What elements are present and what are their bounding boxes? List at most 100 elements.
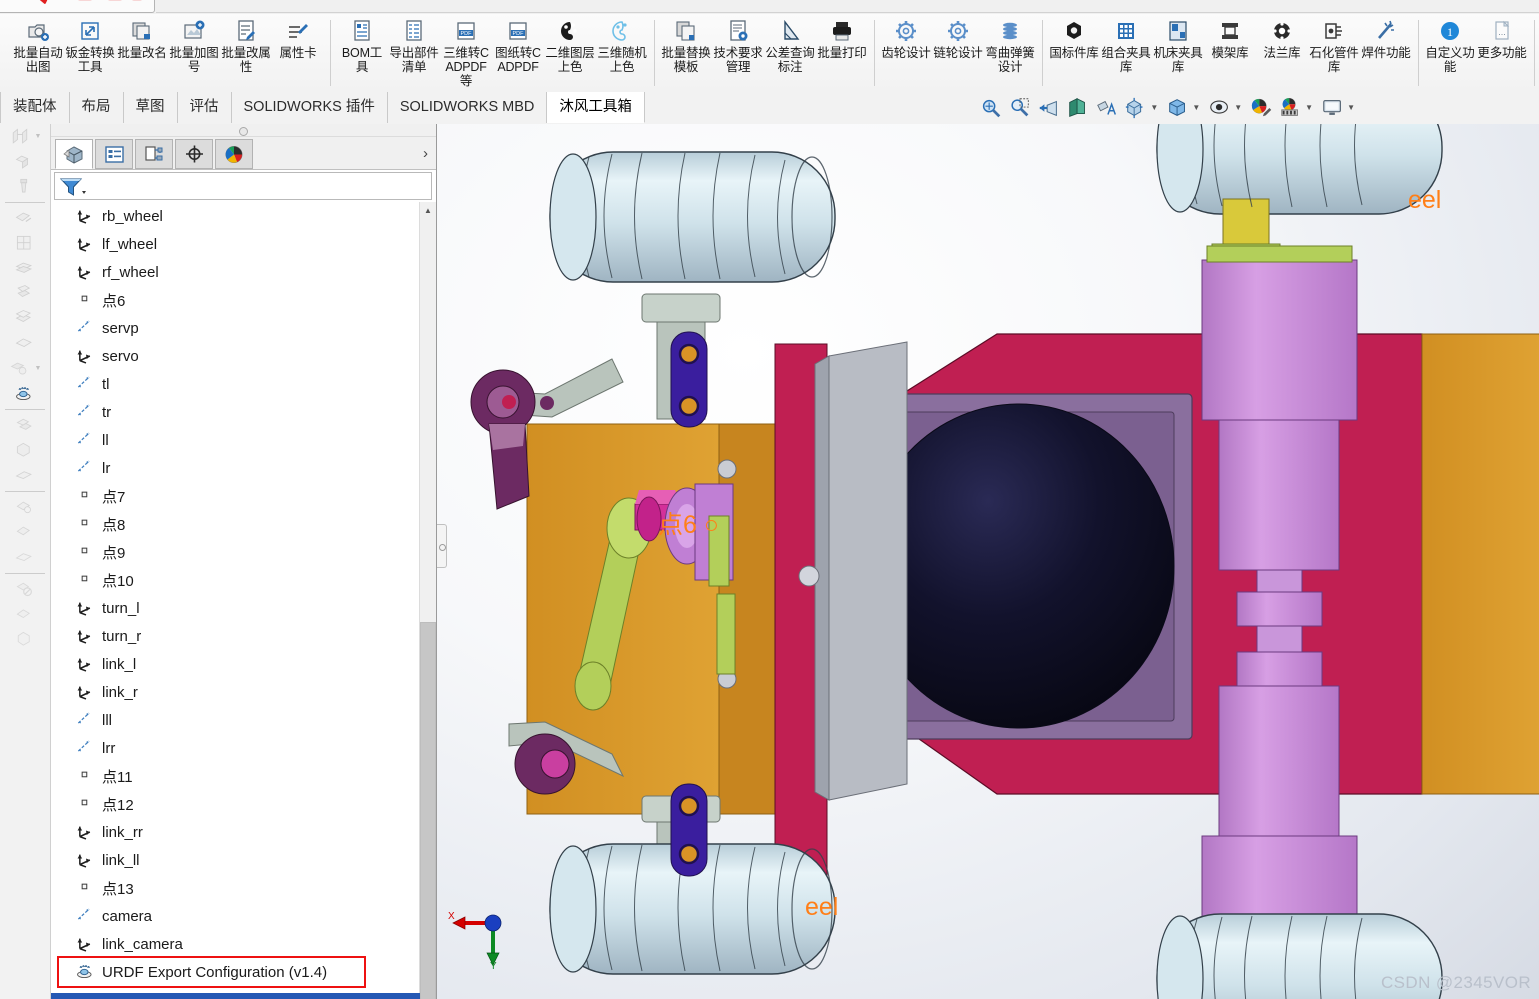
tree-item[interactable]: lrr [53,734,421,762]
chevron-down-icon[interactable]: ▼ [1150,103,1158,112]
ribbon-button-mold-base-library[interactable]: 模架库 [1204,14,1256,90]
ribbon-button-batch-print[interactable]: 批量打印 [816,14,868,90]
ribbon-button-2d-layer-color[interactable]: 二维图层上色 [544,14,596,90]
tree-item[interactable]: 点8 [53,510,421,538]
chevron-down-icon[interactable]: ▼ [1305,103,1313,112]
tree-item[interactable]: tr [53,398,421,426]
graphics-viewport[interactable]: eel 点6 ○ eel X Y CSDN @2345VOR [437,124,1539,999]
tree-item[interactable]: rf_wheel [53,258,421,286]
tree-item[interactable]: 点12 [53,790,421,818]
tree-item[interactable]: tl [53,370,421,398]
chevron-down-icon[interactable]: ▼ [1234,103,1242,112]
tree-item[interactable]: 点10 [53,566,421,594]
tab-display-manager[interactable] [215,139,253,169]
ribbon-button-gear-design[interactable]: 齿轮设计 [880,14,932,90]
ribbon-button-machine-fixture-library[interactable]: 机床夹具库 [1152,14,1204,90]
ribbon-button-weldment[interactable]: 焊件功能 [1360,14,1412,90]
feature-tree-list[interactable]: rb_wheel lf_wheel rf_wheel 点6 servp servo… [53,202,421,999]
point-icon [73,766,99,786]
tab-1[interactable]: 布局 [70,92,124,123]
ribbon-button-modular-fixture-library[interactable]: 组合夹具库 [1100,14,1152,90]
ribbon-button-custom-function[interactable]: 1 自定义功能 [1424,14,1476,90]
tab-4[interactable]: SOLIDWORKS 插件 [232,92,388,123]
tab-6[interactable]: 沐风工具箱 [547,92,645,123]
urdf-export-icon[interactable] [0,381,50,406]
tree-item[interactable]: 点13 [53,874,421,902]
tree-item[interactable]: turn_l [53,594,421,622]
edit-appearance-icon[interactable] [1249,95,1275,121]
clearance-verification-icon [16,442,30,457]
ribbon-button-drawing-to-cadpdf[interactable]: PDF 图纸转CADPDF [492,14,544,90]
view-settings-icon[interactable] [1320,95,1346,121]
tree-item[interactable]: 点7 [53,482,421,510]
tree-item[interactable]: 点11 [53,762,421,790]
chevron-down-icon[interactable]: ▼ [35,365,42,372]
ribbon-button-3d-random-color[interactable]: 三维随机上色 [596,14,648,90]
ribbon-button-more-function[interactable]: ... 更多功能 [1476,14,1528,90]
tree-vertical-scrollbar[interactable]: ▲ ▼ [419,202,436,999]
tree-item[interactable]: link_rr [53,818,421,846]
tree-item[interactable]: turn_r [53,622,421,650]
display-style-icon[interactable] [1165,95,1191,121]
tab-2[interactable]: 草图 [124,92,178,123]
tree-item[interactable]: 点9 [53,538,421,566]
tree-item[interactable]: lr [53,454,421,482]
batch-replace-template-icon [673,18,699,44]
ribbon-button-batch-replace-template[interactable]: 批量替换模板 [660,14,712,90]
hide-show-items-icon[interactable] [1207,95,1233,121]
ribbon-button-pipe-fitting-library[interactable]: 石化管件库 [1308,14,1360,90]
cut-off-tab[interactable] [0,0,155,13]
ribbon-button-batch-rename[interactable]: 批量改名 [116,14,168,90]
tree-item[interactable]: 点6 [53,286,421,314]
scroll-up-arrow-icon[interactable]: ▲ [420,202,436,218]
tree-scroll-thumb[interactable] [420,622,436,999]
expand-panel-chevron-icon[interactable]: › [423,145,428,162]
tree-item[interactable]: link_ll [53,846,421,874]
apply-scene-icon[interactable] [1278,95,1304,121]
view-orientation-icon[interactable] [1123,95,1149,121]
tree-item[interactable]: lf_wheel [53,230,421,258]
section-view-icon[interactable] [1065,95,1091,121]
tab-0[interactable]: 装配体 [0,92,70,123]
ribbon-button-export-partlist[interactable]: 导出部件清单 [388,14,440,90]
ribbon-button-sprocket-design[interactable]: 链轮设计 [932,14,984,90]
tree-item[interactable]: servo [53,342,421,370]
tree-item[interactable]: ll [53,426,421,454]
ribbon-button-standard-parts-library[interactable]: 国标件库 [1048,14,1100,90]
tree-item[interactable]: servp [53,314,421,342]
previous-view-icon[interactable] [1036,95,1062,121]
tree-item[interactable]: link_camera [53,930,421,958]
chevron-down-icon[interactable]: ▼ [1347,103,1355,112]
ribbon-button-batch-add-number[interactable]: 批量加图号 [168,14,220,90]
tab-5[interactable]: SOLIDWORKS MBD [388,92,548,123]
tab-feature-manager[interactable] [55,139,93,169]
ribbon-button-spring-design[interactable]: 弯曲弹簧设计 [984,14,1036,90]
tab-dimxpert-manager[interactable] [175,139,213,169]
tree-item[interactable]: link_l [53,650,421,678]
ribbon-button-3d-to-cadpdf[interactable]: PDF 三维转CADPDF等 [440,14,492,90]
tree-item-highlighted[interactable]: URDF Export Configuration (v1.4) [57,956,366,988]
panel-splitter[interactable] [51,124,436,137]
tree-filter-bar[interactable] [54,172,432,200]
chevron-down-icon[interactable]: ▼ [35,133,42,140]
tree-item[interactable]: rb_wheel [53,202,421,230]
chevron-down-icon[interactable]: ▼ [1192,103,1200,112]
ribbon-button-tolerance-query[interactable]: 公差查询标注 [764,14,816,90]
ribbon-button-property-card[interactable]: 属性卡 [272,14,324,90]
zoom-to-fit-icon[interactable] [978,95,1004,121]
tab-configuration-manager[interactable] [135,139,173,169]
ribbon-button-tech-requirement[interactable]: 技术要求管理 [712,14,764,90]
tree-item[interactable]: camera [53,902,421,930]
tab-property-manager[interactable] [95,139,133,169]
ribbon-button-sheetmetal-convert[interactable]: 钣金转换工具 [64,14,116,90]
view-orientation-paint-icon[interactable] [1094,95,1120,121]
tree-horizontal-scrollbar[interactable] [51,993,420,999]
ribbon-button-bom-tool[interactable]: BOM工具 [336,14,388,90]
tree-item[interactable]: lll [53,706,421,734]
tab-3[interactable]: 评估 [178,92,232,123]
ribbon-button-batch-auto-drawing[interactable]: 批量自动出图 [12,14,64,90]
ribbon-button-batch-edit-property[interactable]: 批量改属性 [220,14,272,90]
zoom-to-area-icon[interactable] [1007,95,1033,121]
tree-item[interactable]: link_r [53,678,421,706]
ribbon-button-flange-library[interactable]: 法兰库 [1256,14,1308,90]
